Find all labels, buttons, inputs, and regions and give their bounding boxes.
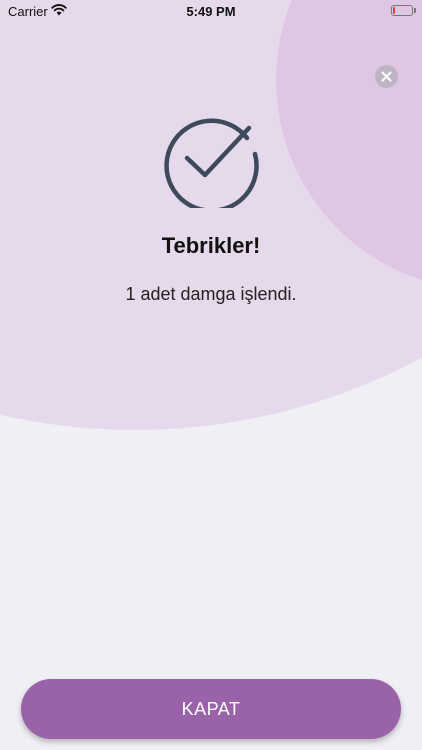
close-icon	[381, 71, 392, 82]
success-screen: Carrier 5:49 PM Tebrikler! 1 adet damga …	[0, 0, 422, 750]
close-button[interactable]	[375, 65, 398, 88]
dialog-message: 1 adet damga işlendi.	[125, 284, 297, 304]
battery-cap	[414, 8, 416, 13]
clock: 5:49 PM	[186, 4, 236, 19]
battery-icon	[391, 5, 413, 16]
dialog-title: Tebrikler!	[161, 233, 261, 258]
battery-level	[393, 7, 395, 14]
status-bar: Carrier 5:49 PM	[0, 0, 422, 22]
close-primary-button[interactable]: KAPAT	[21, 679, 401, 739]
checkmark-circle-icon	[164, 118, 259, 208]
